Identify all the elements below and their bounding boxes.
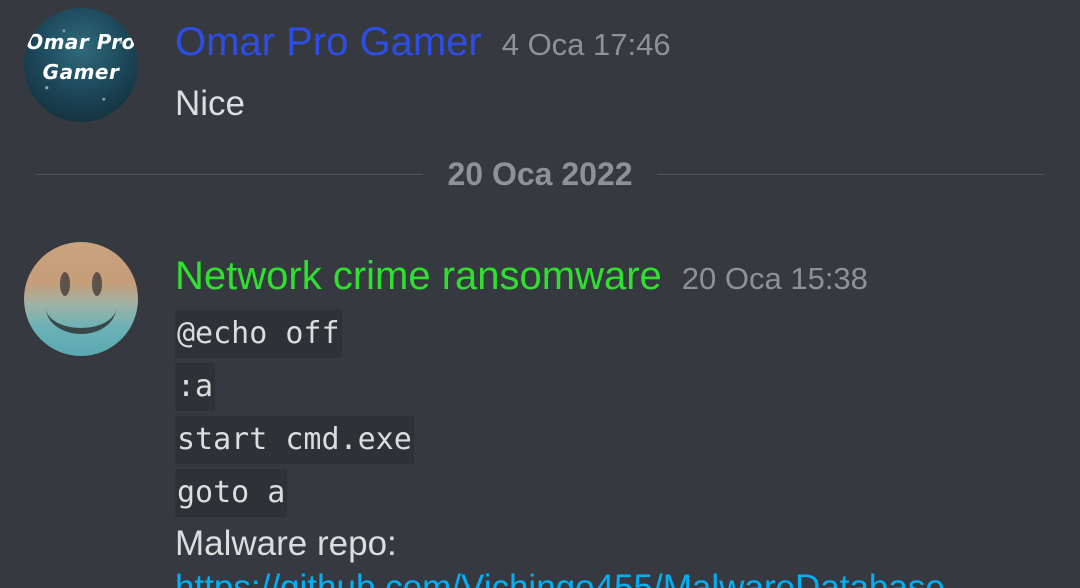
username[interactable]: Network crime ransomware — [175, 252, 662, 300]
message-content: Network crime ransomware 20 Oca 15:38 @e… — [175, 252, 1080, 588]
avatar-logo-text-line1: Omar Pro — [26, 30, 136, 54]
date-divider-label: 20 Oca 2022 — [447, 155, 633, 192]
code-line: goto a — [175, 469, 1080, 517]
message-header: Network crime ransomware 20 Oca 15:38 — [175, 252, 1080, 300]
divider-line — [36, 173, 424, 175]
message-text: Nice — [175, 84, 246, 123]
timestamp: 4 Oca 17:46 — [501, 27, 671, 62]
avatar[interactable] — [24, 242, 138, 356]
code-text: start cmd.exe — [175, 416, 414, 464]
smiley-mouth — [46, 282, 116, 334]
divider-line — [656, 173, 1045, 175]
message-content: Omar Pro Gamer 4 Oca 17:46 Nice — [175, 18, 1080, 126]
chat-messages: Omar Pro Gamer Omar Pro Gamer 4 Oca 17:4… — [0, 0, 1080, 588]
avatar-logo-text-line2: Gamer — [42, 60, 120, 84]
username[interactable]: Omar Pro Gamer — [175, 18, 482, 66]
timestamp: 20 Oca 15:38 — [681, 261, 868, 296]
code-block: @echo off :a start cmd.exe goto a — [175, 310, 1080, 517]
code-line: @echo off — [175, 310, 1080, 358]
avatar[interactable]: Omar Pro Gamer — [24, 8, 138, 122]
code-text: :a — [175, 363, 216, 411]
message-header: Omar Pro Gamer 4 Oca 17:46 — [175, 18, 1080, 66]
code-line: :a — [175, 363, 1080, 411]
code-line: start cmd.exe — [175, 416, 1080, 464]
code-text: goto a — [175, 469, 288, 517]
repo-link[interactable]: https://github.com/Vichingo455/MalwareDa… — [175, 566, 1080, 588]
code-text: @echo off — [175, 310, 342, 358]
date-divider: 20 Oca 2022 — [36, 152, 1045, 196]
message-text: Malware repo: — [175, 524, 397, 563]
